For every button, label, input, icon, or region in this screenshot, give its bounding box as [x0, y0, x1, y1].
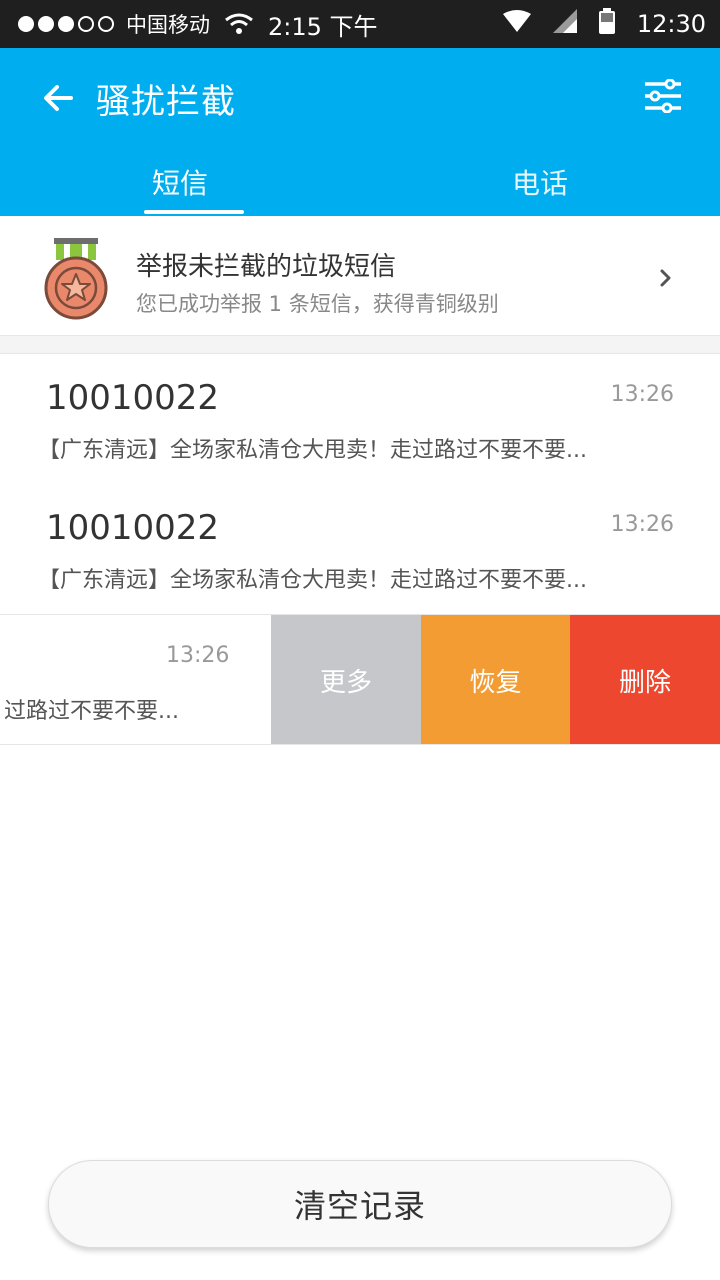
message-preview: 过路过不要不要... — [4, 699, 179, 724]
tab-calls-label: 电话 — [511, 167, 568, 200]
message-sender: 10010022 — [46, 378, 220, 418]
more-button-label: 更多 — [319, 667, 372, 698]
sliders-icon — [645, 79, 681, 113]
section-divider — [0, 336, 720, 354]
message-time: 13:26 — [610, 512, 674, 537]
back-arrow-icon — [44, 85, 73, 111]
clear-records-button[interactable]: 清空记录 — [48, 1160, 672, 1248]
chevron-right-icon — [660, 269, 671, 287]
message-time: 13:26 — [610, 382, 674, 407]
report-banner[interactable]: 举报未拦截的垃圾短信 您已成功举报 1 条短信，获得青铜级别 — [0, 216, 720, 336]
swiped-message-content[interactable]: 13:26 过路过不要不要... — [0, 615, 271, 744]
bronze-medal-icon — [44, 238, 108, 320]
status-time-left: 2:15 下午 — [268, 12, 378, 41]
message-sender: 10010022 — [46, 508, 220, 548]
signal-strength-icon — [18, 16, 114, 32]
tab-sms[interactable]: 短信 — [0, 148, 360, 216]
cell-signal-icon — [552, 9, 577, 39]
carrier-name: 中国移动 — [126, 13, 210, 37]
report-title: 举报未拦截的垃圾短信 — [136, 252, 397, 282]
message-preview: 【广东清远】全场家私清仓大甩卖！走过路过不要不要... — [38, 568, 587, 593]
swiped-message-item[interactable]: 13:26 过路过不要不要... 更多 恢复 删除 — [0, 615, 720, 745]
tab-indicator — [144, 210, 244, 214]
delete-button-label: 删除 — [618, 667, 671, 698]
restore-button[interactable]: 恢复 — [421, 615, 570, 744]
wifi-icon — [224, 13, 254, 35]
tab-sms-label: 短信 — [151, 167, 208, 200]
restore-button-label: 恢复 — [469, 667, 522, 698]
page-title: 骚扰拦截 — [96, 82, 236, 122]
report-subtitle: 您已成功举报 1 条短信，获得青铜级别 — [136, 292, 499, 316]
message-item[interactable]: 10010022 13:26 【广东清远】全场家私清仓大甩卖！走过路过不要不要.… — [0, 354, 720, 484]
clear-records-label: 清空记录 — [293, 1187, 426, 1225]
app-bar: 骚扰拦截 短信 电话 — [0, 48, 720, 216]
wifi-signal-icon — [502, 10, 531, 38]
message-preview: 【广东清远】全场家私清仓大甩卖！走过路过不要不要... — [38, 438, 587, 463]
status-time-right: 12:30 — [636, 10, 706, 38]
back-button[interactable] — [38, 78, 78, 118]
settings-button[interactable] — [640, 76, 686, 116]
more-button[interactable]: 更多 — [271, 615, 421, 744]
status-bar: 中国移动 2:15 下午 12:30 — [0, 0, 720, 48]
tab-calls[interactable]: 电话 — [360, 148, 720, 216]
tab-bar: 短信 电话 — [0, 148, 720, 216]
delete-button[interactable]: 删除 — [570, 615, 720, 744]
battery-icon — [598, 8, 615, 40]
message-time: 13:26 — [166, 643, 230, 668]
message-item[interactable]: 10010022 13:26 【广东清远】全场家私清仓大甩卖！走过路过不要不要.… — [0, 484, 720, 614]
